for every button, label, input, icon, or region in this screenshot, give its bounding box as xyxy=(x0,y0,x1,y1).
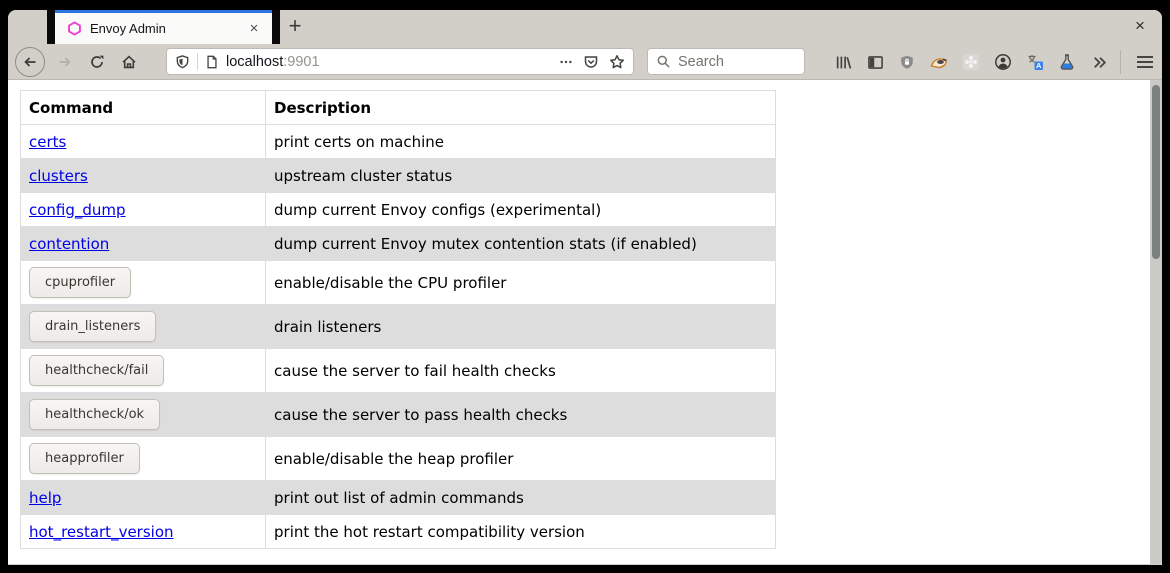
envoy-favicon-icon xyxy=(67,21,82,36)
table-row: heapprofiler enable/disable the heap pro… xyxy=(21,437,776,481)
hamburger-menu-icon xyxy=(1136,55,1154,69)
table-row: help print out list of admin commands xyxy=(21,481,776,515)
column-header-description: Description xyxy=(266,91,776,125)
url-actions xyxy=(559,54,625,70)
url-text[interactable]: localhost:9901 xyxy=(226,54,559,70)
command-button-cpuprofiler[interactable]: cpuprofiler xyxy=(29,267,131,298)
back-button[interactable] xyxy=(15,47,45,77)
tab-close-icon[interactable]: × xyxy=(244,19,264,39)
forward-icon xyxy=(57,54,73,70)
bookmark-star-icon[interactable] xyxy=(609,54,625,70)
reload-icon xyxy=(89,54,105,70)
account-icon[interactable] xyxy=(991,50,1015,74)
pocket-icon[interactable] xyxy=(583,54,599,70)
command-link-certs[interactable]: certs xyxy=(29,133,66,151)
svg-text:A: A xyxy=(1036,61,1042,70)
page-icon[interactable] xyxy=(205,54,219,70)
search-icon xyxy=(656,54,671,69)
translate-icon[interactable]: A xyxy=(1023,50,1047,74)
table-row: clusters upstream cluster status xyxy=(21,159,776,193)
command-link-hot-restart-version[interactable]: hot_restart_version xyxy=(29,523,174,541)
extension-1-icon[interactable] xyxy=(927,50,951,74)
command-table: Command Description certs print certs on… xyxy=(20,90,776,549)
flask-icon[interactable] xyxy=(1055,50,1079,74)
forward-button[interactable] xyxy=(50,47,80,77)
table-row: contention dump current Envoy mutex cont… xyxy=(21,227,776,261)
tab-title: Envoy Admin xyxy=(90,21,244,36)
page-actions-icon[interactable] xyxy=(559,55,573,69)
back-icon xyxy=(22,54,38,70)
table-header-row: Command Description xyxy=(21,91,776,125)
home-button[interactable] xyxy=(114,47,144,77)
command-button-healthcheck-fail[interactable]: healthcheck/fail xyxy=(29,355,164,386)
description-cell: dump current Envoy configs (experimental… xyxy=(266,193,776,227)
description-cell: cause the server to fail health checks xyxy=(266,349,776,393)
envoy-admin-page: Command Description certs print certs on… xyxy=(20,90,1162,549)
table-row: healthcheck/fail cause the server to fai… xyxy=(21,349,776,393)
urlbar-separator xyxy=(197,53,198,70)
reload-button[interactable] xyxy=(82,47,112,77)
table-row: drain_listeners drain listeners xyxy=(21,305,776,349)
search-bar[interactable] xyxy=(647,48,805,75)
description-cell: drain listeners xyxy=(266,305,776,349)
toolbar-separator xyxy=(1120,50,1121,74)
window-close-icon[interactable]: × xyxy=(1126,10,1154,44)
description-cell: print the hot restart compatibility vers… xyxy=(266,515,776,549)
scrollbar-thumb[interactable] xyxy=(1152,85,1160,259)
tab-bar: Envoy Admin × + × xyxy=(8,10,1162,44)
tab-separator xyxy=(47,10,55,44)
overflow-chevron-icon[interactable] xyxy=(1087,50,1111,74)
column-header-command: Command xyxy=(21,91,266,125)
table-row: healthcheck/ok cause the server to pass … xyxy=(21,393,776,437)
description-cell: print out list of admin commands xyxy=(266,481,776,515)
description-cell: enable/disable the heap profiler xyxy=(266,437,776,481)
tab-envoy-admin[interactable]: Envoy Admin × xyxy=(55,10,272,44)
home-icon xyxy=(121,54,137,70)
description-cell: enable/disable the CPU profiler xyxy=(266,261,776,305)
command-link-config-dump[interactable]: config_dump xyxy=(29,201,126,219)
command-link-help[interactable]: help xyxy=(29,489,61,507)
command-button-heapprofiler[interactable]: heapprofiler xyxy=(29,443,140,474)
url-host: localhost xyxy=(226,54,283,70)
page-content: Command Description certs print certs on… xyxy=(8,80,1162,564)
new-tab-icon[interactable]: + xyxy=(280,13,310,41)
table-row: hot_restart_version print the hot restar… xyxy=(21,515,776,549)
description-cell: print certs on machine xyxy=(266,125,776,159)
shield-lock-icon[interactable] xyxy=(895,50,919,74)
table-row: config_dump dump current Envoy configs (… xyxy=(21,193,776,227)
browser-window: Envoy Admin × + × xyxy=(8,10,1162,565)
description-cell: upstream cluster status xyxy=(266,159,776,193)
url-port: :9901 xyxy=(283,54,319,70)
menu-button[interactable] xyxy=(1130,47,1160,77)
description-cell: dump current Envoy mutex contention stat… xyxy=(266,227,776,261)
table-row: cpuprofiler enable/disable the CPU profi… xyxy=(21,261,776,305)
url-bar[interactable]: localhost:9901 xyxy=(166,48,634,75)
library-icon[interactable] xyxy=(831,50,855,74)
command-button-drain-listeners[interactable]: drain_listeners xyxy=(29,311,156,342)
sidebar-icon[interactable] xyxy=(863,50,887,74)
command-button-healthcheck-ok[interactable]: healthcheck/ok xyxy=(29,399,160,430)
description-cell: cause the server to pass health checks xyxy=(266,393,776,437)
search-input[interactable] xyxy=(678,54,796,70)
nav-toolbar: localhost:9901 xyxy=(8,44,1162,80)
extension-disabled-icon[interactable] xyxy=(959,50,983,74)
table-row: certs print certs on machine xyxy=(21,125,776,159)
command-link-contention[interactable]: contention xyxy=(29,235,109,253)
command-link-clusters[interactable]: clusters xyxy=(29,167,88,185)
scrollbar-track[interactable] xyxy=(1150,80,1162,564)
tab-separator xyxy=(272,10,280,44)
tracking-shield-icon[interactable] xyxy=(175,54,190,70)
toolbar-right-icons: A xyxy=(831,50,1111,74)
